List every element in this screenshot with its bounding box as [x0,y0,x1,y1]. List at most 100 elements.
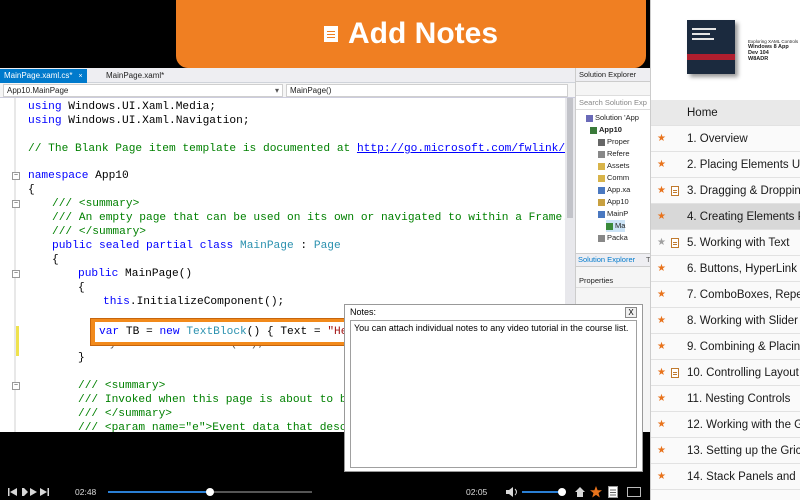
star-icon[interactable]: ★ [657,308,666,333]
star-icon[interactable]: ★ [657,152,666,177]
note-icon [324,26,338,42]
lesson-label: 1. Overview [687,133,748,145]
tab-mainpage-xaml[interactable]: MainPage.xaml* [102,69,168,83]
xaml-file-icon [598,210,605,218]
tree-item[interactable]: Solution 'App [586,112,639,124]
lesson-item[interactable]: ★ 3. Dragging & Droppin [651,178,800,204]
volume-icon[interactable] [506,487,520,497]
tab-label: MainPage.xaml.cs* [4,71,73,80]
fullscreen-icon[interactable] [627,487,641,497]
lesson-item[interactable]: ★ 1. Overview [651,126,800,152]
star-icon[interactable]: ★ [657,386,666,411]
member-dropdown[interactable]: MainPage() [286,84,568,97]
collapse-toggle[interactable]: − [12,270,20,278]
course-header: Exploring XAML Controls Windows 8 App De… [651,0,800,100]
lesson-item[interactable]: ★ 6. Buttons, HyperLink [651,256,800,282]
lesson-label: 9. Combining & Placin [687,341,800,353]
lesson-item[interactable]: ★ 2. Placing Elements U [651,152,800,178]
code-line: /// </summary> [78,408,172,420]
notes-panel: Notes: X You can attach individual notes… [344,304,643,472]
highlighted-code-callout: var TB = new TextBlock() { Text = "Hel [90,318,360,346]
lesson-label: 14. Stack Panels and [687,471,796,483]
close-icon[interactable]: × [78,73,82,80]
note-icon [671,186,679,196]
volume-handle[interactable] [557,488,566,496]
lesson-item[interactable]: ★ 10. Controlling Layout [651,360,800,386]
solution-search-input[interactable]: Search Solution Exp [576,96,650,110]
xaml-file-icon [598,186,605,194]
lesson-item[interactable]: ★ 9. Combining & Placin [651,334,800,360]
lesson-item[interactable]: ★ 11. Nesting Controls [651,386,800,412]
tree-item[interactable]: App.xa [598,184,630,196]
video-player[interactable]: MainPage.xaml.cs* × MainPage.xaml* App10.… [0,0,650,500]
references-icon [598,150,605,158]
tree-item[interactable]: Proper [598,136,630,148]
tab-mainpage-xaml-cs[interactable]: MainPage.xaml.cs* × [0,69,87,83]
sidebar-item-home[interactable]: Home [651,100,800,126]
star-icon[interactable]: ★ [657,334,666,359]
star-icon[interactable]: ★ [657,360,666,385]
solution-explorer-title: Solution Explorer [576,68,650,82]
star-icon[interactable]: ★ [657,126,666,151]
code-line: using Windows.UI.Xaml.Navigation; [28,115,250,127]
star-icon[interactable]: ★ [657,282,666,307]
star-icon[interactable]: ★ [657,464,666,489]
code-line: // The Blank Page item template is docum… [28,143,592,155]
tree-item-selected[interactable]: Ma [606,220,626,232]
course-cover-image [687,20,735,74]
lesson-item[interactable]: ★ 4. Creating Elements P [651,204,800,230]
highlighted-code-line: var TB = new TextBlock() { Text = "Hel [95,322,357,342]
star-icon[interactable] [590,486,602,498]
star-icon[interactable]: ★ [657,256,666,281]
certificate-icon [598,198,605,206]
note-icon[interactable] [608,486,618,498]
lesson-item[interactable]: ★ 13. Setting up the Gric [651,438,800,464]
star-icon[interactable]: ★ [657,230,666,255]
tree-item[interactable]: Assets [598,160,630,172]
tree-item[interactable]: Refere [598,148,630,160]
tab-label: MainPage.xaml* [106,71,165,80]
fwlink-link[interactable]: http://go.microsoft.com/fwlink/?Lin [357,143,592,155]
lesson-item[interactable]: ★ 7. ComboBoxes, Repe [651,282,800,308]
collapse-toggle[interactable]: − [12,200,20,208]
tree-item[interactable]: Comm [598,172,629,184]
collapse-toggle[interactable]: − [12,172,20,180]
lesson-item[interactable]: ★ 5. Working with Text [651,230,800,256]
lesson-item[interactable]: ★ 12. Working with the G [651,412,800,438]
star-icon[interactable]: ★ [657,412,666,437]
course-title-block: Exploring XAML Controls Windows 8 App De… [748,39,800,62]
close-notes-button[interactable]: X [625,307,637,318]
code-line: /// <summary> [52,198,140,210]
code-line: public MainPage() [78,268,193,280]
class-dropdown[interactable]: App10.MainPage ▾ [3,84,283,97]
tree-item[interactable]: Packa [598,232,628,244]
tree-item[interactable]: MainP [598,208,628,220]
code-line: { [28,184,35,196]
star-icon[interactable]: ★ [657,438,666,463]
code-line: public sealed partial class MainPage : P… [52,240,341,252]
chevron-down-icon: ▾ [274,86,279,95]
solution-explorer-toolbar [576,82,650,96]
code-line: namespace App10 [28,170,129,182]
star-icon[interactable]: ★ [657,204,666,229]
home-icon[interactable] [575,487,585,497]
lesson-item[interactable]: ★ 8. Working with Slider [651,308,800,334]
lesson-label: 10. Controlling Layout [687,367,799,379]
seek-handle[interactable] [206,488,214,496]
collapse-toggle[interactable]: − [12,382,20,390]
star-icon[interactable]: ★ [657,178,666,203]
lesson-label: 8. Working with Slider [687,315,798,327]
code-line: using Windows.UI.Xaml.Media; [28,101,216,113]
code-line: { [78,282,85,294]
tree-item[interactable]: App10 [598,196,629,208]
scroll-thumb[interactable] [567,98,573,218]
code-line: /// </summary> [52,226,146,238]
notes-textarea[interactable]: You can attach individual notes to any v… [350,320,637,468]
lesson-item[interactable]: ★ 14. Stack Panels and [651,464,800,490]
volume-slider[interactable] [522,488,566,496]
lesson-label: 11. Nesting Controls [687,393,791,405]
seek-bar[interactable] [108,488,312,496]
tree-item[interactable]: App10 [590,124,622,136]
elapsed-time: 02:48 [75,487,97,497]
tab-solution-explorer[interactable]: Solution Explorer [576,254,637,266]
